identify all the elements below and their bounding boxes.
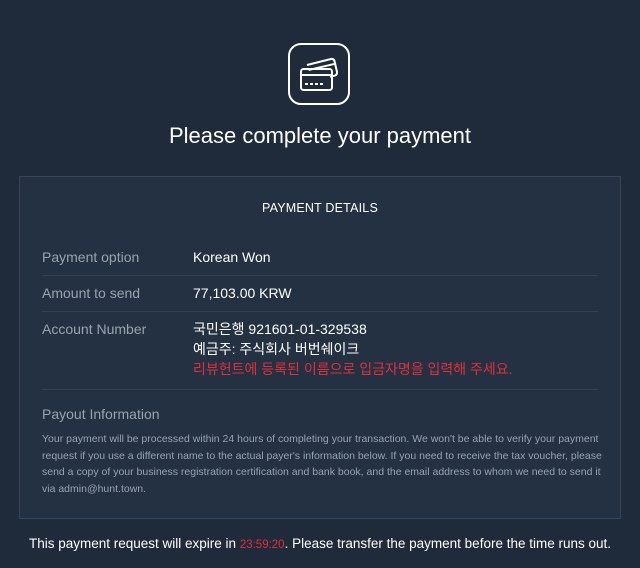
expiry-notice: This payment request will expire in 23:5… (0, 536, 640, 551)
payment-icon-box (288, 43, 350, 105)
account-row: Account Number 국민은행 921601-01-329538 예금주… (42, 311, 598, 390)
payment-option-label: Payment option (42, 249, 140, 265)
payout-info-text: Your payment will be processed within 24… (42, 433, 602, 495)
bank-account-number: 국민은행 921601-01-329538 (193, 321, 367, 337)
depositor-name-warning: 리뷰헌트에 등록된 이름으로 입금자명을 입력해 주세요. (193, 361, 513, 377)
amount-row: Amount to send 77,103.00 KRW (42, 275, 598, 312)
payment-details-heading: PAYMENT DETAILS (262, 201, 378, 215)
account-label: Account Number (42, 321, 147, 337)
expiry-prefix: This payment request will expire in (28, 536, 240, 551)
payment-option-row: Payment option Korean Won (42, 239, 598, 276)
account-holder: 예금주: 주식회사 버번쉐이크 (193, 341, 360, 357)
credit-card-icon (300, 57, 339, 91)
payment-details-panel: PAYMENT DETAILS Payment option Korean Wo… (19, 176, 621, 519)
amount-label: Amount to send (42, 285, 141, 301)
expiry-suffix: . Please transfer the payment before the… (284, 536, 612, 551)
payment-option-value: Korean Won (193, 249, 271, 265)
page-title: Please complete your payment (168, 123, 472, 148)
expiry-timer: 23:59:20 (239, 539, 285, 551)
amount-value: 77,103.00 KRW (193, 285, 292, 301)
account-value: 국민은행 921601-01-329538 예금주: 주식회사 버번쉐이크 리뷰… (193, 319, 513, 379)
payout-info-title: Payout Information (42, 406, 160, 422)
